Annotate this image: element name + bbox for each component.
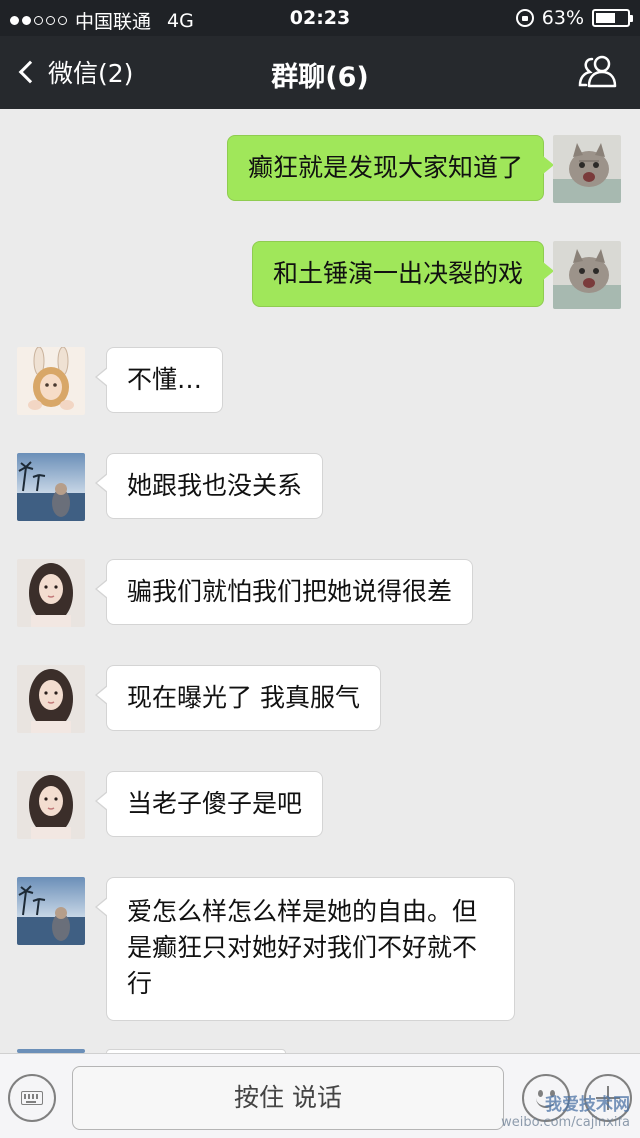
watermark-site-name: 我爱技术网	[545, 1095, 630, 1115]
woman-portrait-avatar[interactable]	[17, 665, 85, 733]
message-bubble-received[interactable]: 现在曝光了 我真服气	[95, 665, 381, 731]
cat-avatar[interactable]	[553, 135, 621, 203]
woman-portrait-avatar[interactable]	[17, 771, 85, 839]
message-list[interactable]: 癫狂就是发现大家知道了 和土锤演一出决裂的戏 不懂… 她跟我也没关系 骗我们就怕…	[0, 109, 640, 1053]
group-members-icon[interactable]	[578, 54, 618, 88]
message-bubble-sent[interactable]: 癫狂就是发现大家知道了	[226, 135, 555, 201]
chat-title: 群聊(6)	[271, 62, 369, 93]
message-bubble-received[interactable]: 不懂…	[94, 347, 224, 413]
watermark: 我爱技术网 weibo.com/cajinxifa	[501, 1090, 630, 1130]
woman-portrait-avatar[interactable]	[17, 559, 85, 627]
message-bubble-received[interactable]: 当老子傻子是吧	[94, 771, 324, 837]
message-bubble-received[interactable]: 骗我们就怕我们把她说得很差	[94, 559, 474, 625]
rotation-lock-icon	[515, 9, 534, 27]
message-bubble-received[interactable]: 她跟我也没关系	[94, 453, 324, 519]
input-toolbar: 按住 说话 我爱技术网 weibo.com/cajinxifa	[0, 1053, 640, 1138]
chat-header: 微信(2) 群聊(6)	[0, 36, 640, 109]
message-bubble-sent[interactable]: 和土锤演一出决裂的戏	[251, 241, 555, 307]
beach-sunset-avatar[interactable]	[17, 453, 85, 521]
cat-avatar[interactable]	[553, 241, 621, 309]
watermark-url: weibo.com/cajinxifa	[501, 1115, 630, 1130]
battery-icon	[592, 9, 633, 27]
message-bubble-received[interactable]: 爱怎么样怎么样是她的自由。但是癫狂只对她好对我们不好就不行	[95, 877, 515, 1021]
keyboard-icon	[21, 1091, 43, 1105]
status-bar: 中国联通 4G 02:23 63%	[0, 0, 640, 36]
beach-sunset-avatar[interactable]	[17, 877, 85, 945]
battery-percent: 63%	[541, 7, 584, 29]
bunny-girl-avatar[interactable]	[17, 347, 85, 415]
hold-to-talk-button[interactable]: 按住 说话	[72, 1066, 504, 1130]
keyboard-toggle-button[interactable]	[8, 1074, 56, 1122]
